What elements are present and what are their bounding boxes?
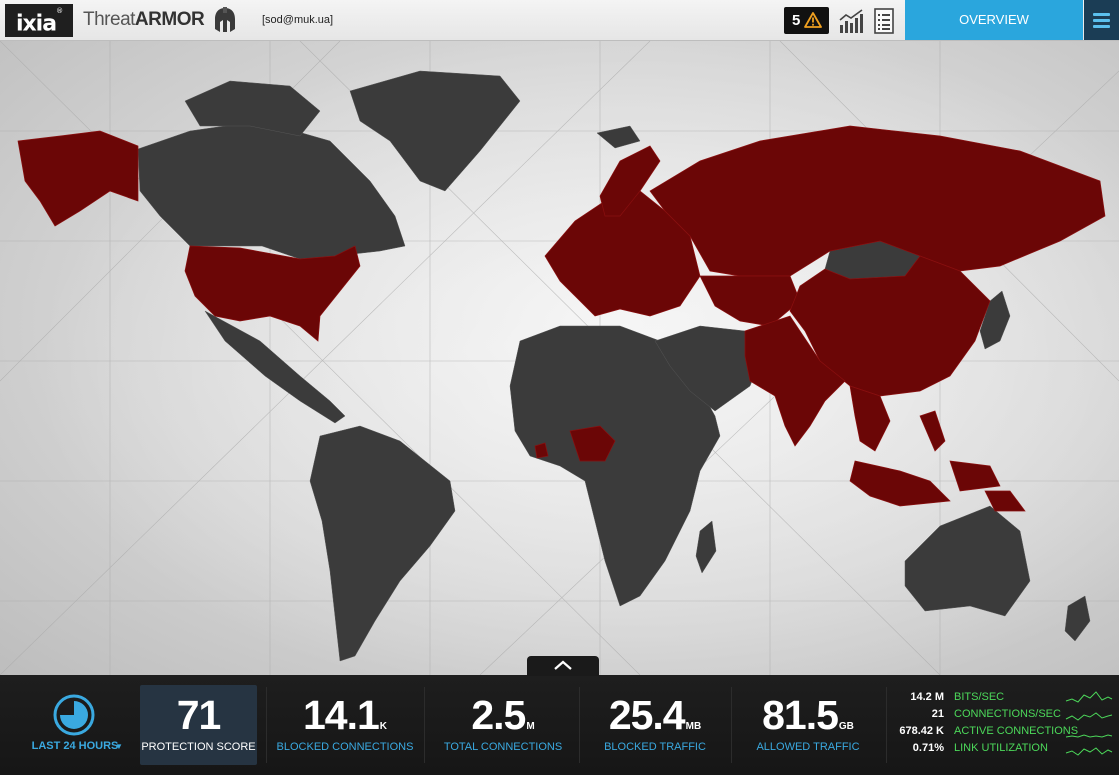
metric-row: 0.71% LINK UTILIZATION (895, 742, 1065, 759)
spartan-helmet-icon (215, 7, 235, 32)
brand-name: ixia (15, 11, 57, 37)
metric-label: ACTIVE CONNECTIONS (954, 725, 1079, 737)
expand-panel-button[interactable] (527, 656, 599, 676)
divider (424, 687, 425, 763)
total-connections-stat[interactable]: 2.5M TOTAL CONNECTIONS (433, 675, 573, 775)
metric-label: BITS/SEC (954, 691, 1005, 703)
stat-unit: MB (685, 721, 702, 732)
stat-label: BLOCKED TRAFFIC (604, 741, 706, 753)
stat-value: 81.5 (762, 692, 839, 738)
allowed-traffic-stat[interactable]: 81.5GB ALLOWED TRAFFIC (738, 675, 878, 775)
blocked-traffic-stat[interactable]: 25.4MB BLOCKED TRAFFIC (585, 675, 725, 775)
stat-value: 14.1 (302, 692, 380, 738)
stat-label: BLOCKED CONNECTIONS (276, 741, 414, 753)
analytics-chart-icon[interactable] (838, 8, 864, 34)
user-account[interactable]: [sod@muk.ua] (262, 14, 333, 26)
stat-unit: M (526, 721, 535, 732)
metric-row: 678.42 K ACTIVE CONNECTIONS (895, 725, 1078, 742)
time-range-label: LAST 24 HOURS (31, 740, 119, 752)
divider (731, 687, 732, 763)
divider (579, 687, 580, 763)
warning-icon (804, 12, 822, 28)
menu-bar-icon (1093, 19, 1110, 22)
metric-value: 21 (931, 708, 944, 720)
metric-row: 21 CONNECTIONS/SEC (895, 708, 1065, 725)
world-map-svg (0, 41, 1119, 675)
metric-label: CONNECTIONS/SEC (954, 708, 1061, 720)
alert-count: 5 (792, 12, 801, 29)
divider (886, 687, 887, 763)
protection-score-card[interactable]: 71 PROTECTION SCORE (140, 685, 257, 765)
metric-value: 678.42 K (899, 725, 944, 737)
protection-score-value: 71 (140, 692, 257, 738)
product-name-bold: ARMOR (134, 9, 205, 30)
blocked-connections-stat[interactable]: 14.1K BLOCKED CONNECTIONS (275, 675, 415, 775)
stat-value: 2.5 (471, 692, 526, 738)
stat-unit: GB (838, 721, 854, 732)
alerts-button[interactable]: 5 (784, 7, 829, 34)
overview-tab[interactable]: OVERVIEW (905, 0, 1083, 40)
stat-value: 25.4 (608, 692, 686, 738)
stat-label: TOTAL CONNECTIONS (443, 741, 563, 753)
stat-label: ALLOWED TRAFFIC (756, 741, 860, 753)
sparkline (1065, 691, 1113, 703)
product-title: ThreatARMOR (83, 9, 205, 31)
time-range-selector[interactable]: LAST 24 HOURS ▼ (20, 675, 130, 775)
ixia-logo[interactable]: ixia® (5, 4, 73, 37)
clock-icon (53, 694, 95, 736)
metric-row: 14.2 M BITS/SEC (895, 691, 1065, 708)
stat-value: 71 (176, 692, 222, 738)
protection-score-label: PROTECTION SCORE (141, 741, 256, 753)
divider (266, 687, 267, 763)
menu-bar-icon (1093, 13, 1110, 16)
sparkline-icons (1065, 691, 1113, 756)
metric-value: 0.71% (912, 742, 944, 754)
sparkline (1065, 734, 1113, 738)
product-name-light: Threat (83, 9, 135, 30)
hamburger-menu-button[interactable] (1084, 0, 1119, 40)
sparkline (1065, 712, 1113, 721)
metric-label: LINK UTILIZATION (954, 742, 1048, 754)
report-document-icon[interactable] (873, 7, 895, 35)
top-bar: ixia® ThreatARMOR [sod@muk.ua] 5 OVERVIE… (0, 0, 1119, 41)
world-threat-map[interactable] (0, 41, 1119, 675)
menu-bar-icon (1093, 25, 1110, 28)
chevron-down-icon: ▼ (115, 742, 123, 751)
stat-unit: K (379, 721, 388, 732)
stats-footer: LAST 24 HOURS ▼ 71 PROTECTION SCORE 14.1… (0, 675, 1119, 775)
live-metrics: 14.2 M BITS/SEC 21 CONNECTIONS/SEC 678.4… (895, 691, 1078, 759)
sparkline (1065, 747, 1113, 756)
chevron-up-icon (554, 660, 572, 670)
metric-value: 14.2 M (910, 691, 944, 703)
